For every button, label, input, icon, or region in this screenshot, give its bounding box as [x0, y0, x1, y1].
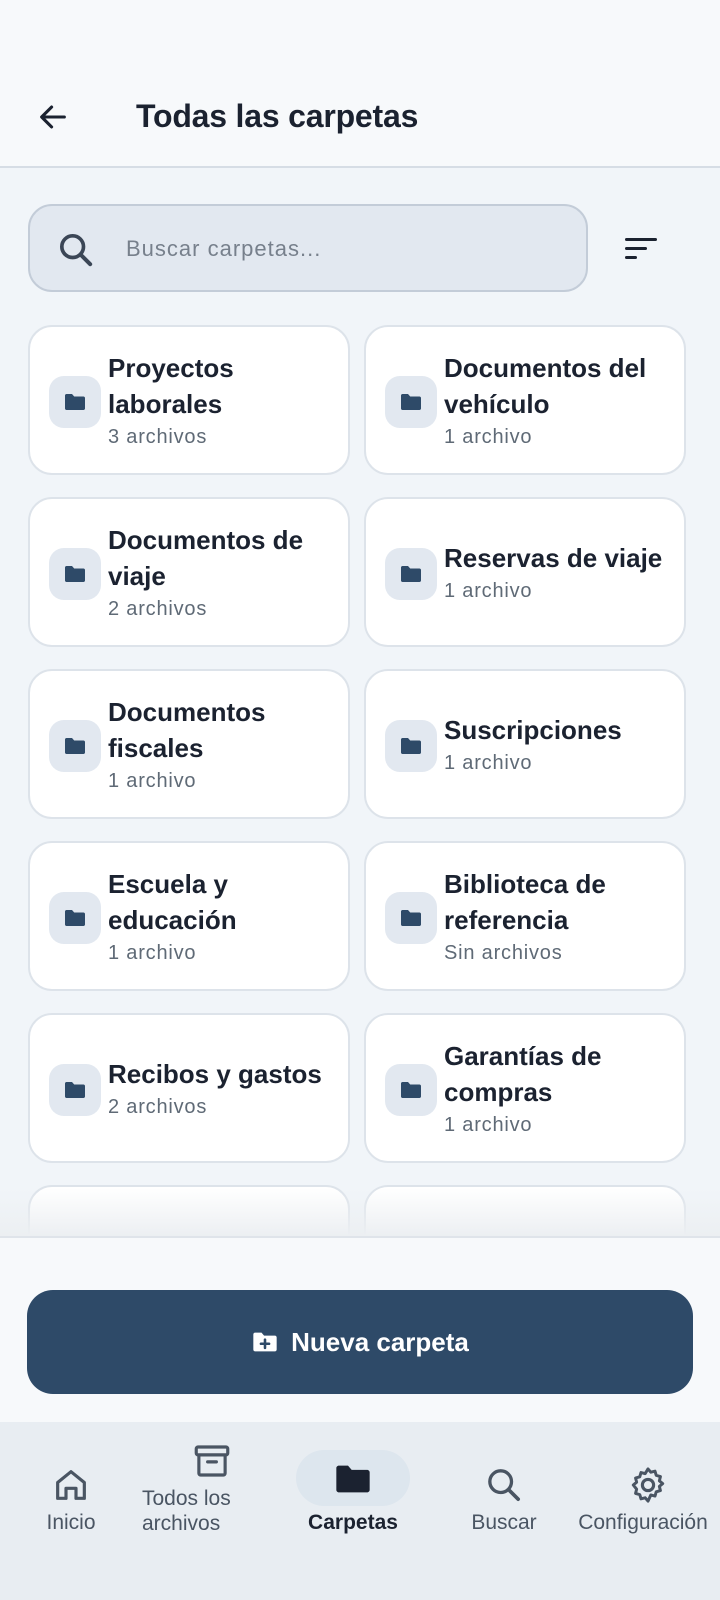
folder-card[interactable]: Escuela y educación 1 archivo: [28, 841, 350, 991]
folder-card[interactable]: Biblioteca de referencia Sin archivos: [364, 841, 686, 991]
folder-name: Documentos de viaje: [108, 525, 304, 591]
nav-icon-wrap: [576, 1460, 720, 1510]
folder-icon-wrap: [385, 720, 437, 772]
folder-card[interactable]: Documentos del vehículo 1 archivo: [364, 325, 686, 475]
arrow-left-icon: [40, 105, 66, 129]
folder-name: Documentos fiscales: [108, 697, 266, 763]
nav-item-carpetas[interactable]: Carpetas: [296, 1422, 416, 1600]
bottom-navigation: Inicio Todos los archivos Carpetas Busca…: [0, 1422, 720, 1600]
folder-icon: [65, 394, 85, 410]
status-bar: [0, 0, 720, 70]
folder-count: Sin archivos: [444, 942, 563, 964]
folder-icon: [401, 566, 421, 582]
folder-count: 1 archivo: [108, 770, 197, 792]
folder-count: 1 archivo: [444, 752, 533, 774]
nav-icon-wrap: [0, 1460, 142, 1510]
folder-count: 1 archivo: [444, 1114, 533, 1136]
folder-plus-icon: [253, 1332, 277, 1352]
nav-label: Carpetas: [308, 1511, 398, 1534]
folder-card[interactable]: Documentos de viaje 2 archivos: [28, 497, 350, 647]
folder-card[interactable]: Proyectos laborales 3 archivos: [28, 325, 350, 475]
scroll-fade: [0, 1188, 720, 1236]
action-area: Nueva carpeta: [0, 1236, 720, 1422]
folder-name: Proyectos laborales: [108, 353, 234, 419]
folder-name: Garantías de compras: [444, 1041, 602, 1107]
folder-name: Documentos del vehículo: [444, 353, 647, 419]
folder-name: Reservas de viaje: [444, 543, 663, 573]
folder-name: Biblioteca de referencia: [444, 869, 606, 935]
folder-list-area: Proyectos laborales 3 archivos Documento…: [0, 168, 720, 1236]
folder-card[interactable]: Recibos y gastos 2 archivos: [28, 1013, 350, 1163]
nav-icon-wrap: [296, 1454, 410, 1504]
folder-icon-wrap: [49, 1064, 101, 1116]
folder-icon: [65, 566, 85, 582]
folder-count: 1 archivo: [444, 426, 533, 448]
new-folder-label: Nueva carpeta: [291, 1326, 469, 1357]
gear-icon: [631, 1467, 665, 1503]
sort-icon: [625, 238, 657, 259]
nav-item-configuracion[interactable]: Configuración: [576, 1422, 720, 1600]
search-field[interactable]: [28, 204, 588, 292]
nav-label: Inicio: [46, 1511, 96, 1534]
nav-label: Configuración: [578, 1511, 708, 1534]
nav-icon-wrap: [432, 1460, 576, 1510]
back-button[interactable]: [26, 90, 80, 144]
search-input[interactable]: [126, 224, 566, 274]
folder-icon-wrap: [385, 376, 437, 428]
nav-icon-wrap: [142, 1436, 282, 1486]
folder-icon-wrap: [49, 376, 101, 428]
folder-icon: [65, 910, 85, 926]
nav-item-todos-los-archivos[interactable]: Todos los archivos: [142, 1422, 286, 1600]
folder-icon-wrap: [49, 720, 101, 772]
folder-icon: [401, 910, 421, 926]
folder-card[interactable]: Suscripciones 1 archivo: [364, 669, 686, 819]
folder-icon-wrap: [49, 892, 101, 944]
folder-icon-wrap: [385, 892, 437, 944]
folder-icon: [65, 738, 85, 754]
folder-name: Escuela y educación: [108, 869, 237, 935]
archive-icon: [194, 1445, 230, 1477]
folder-count: 2 archivos: [108, 598, 208, 620]
page-title: Todas las carpetas: [136, 98, 419, 134]
home-icon: [56, 1470, 86, 1500]
folder-icon: [401, 394, 421, 410]
search-icon: [488, 1469, 520, 1501]
folder-name: Recibos y gastos: [108, 1059, 322, 1089]
nav-item-buscar[interactable]: Buscar: [432, 1422, 576, 1600]
folder-icon-wrap: [49, 548, 101, 600]
new-folder-button[interactable]: Nueva carpeta: [27, 1290, 693, 1394]
folder-icon: [401, 738, 421, 754]
folder-card[interactable]: Documentos fiscales 1 archivo: [28, 669, 350, 819]
nav-item-inicio[interactable]: Inicio: [0, 1422, 142, 1600]
folder-icon-wrap: [385, 548, 437, 600]
folder-count: 3 archivos: [108, 426, 208, 448]
folder-card[interactable]: Garantías de compras 1 archivo: [364, 1013, 686, 1163]
folder-icon-wrap: [385, 1064, 437, 1116]
folder-card[interactable]: Reservas de viaje 1 archivo: [364, 497, 686, 647]
top-app-bar: Todas las carpetas: [0, 70, 720, 168]
search-icon: [60, 234, 93, 267]
folder-icon: [336, 1465, 370, 1493]
folder-icon: [401, 1082, 421, 1098]
nav-label: Buscar: [471, 1511, 537, 1534]
folder-icon: [65, 1082, 85, 1098]
folder-name: Suscripciones: [444, 715, 622, 745]
folder-count: 2 archivos: [108, 1096, 208, 1118]
nav-label: Todos los archivos: [142, 1487, 231, 1535]
folder-count: 1 archivo: [108, 942, 197, 964]
folder-count: 1 archivo: [444, 580, 533, 602]
sort-button[interactable]: [616, 224, 666, 274]
app-root: Todas las carpetas Proyectos l: [0, 0, 720, 1600]
